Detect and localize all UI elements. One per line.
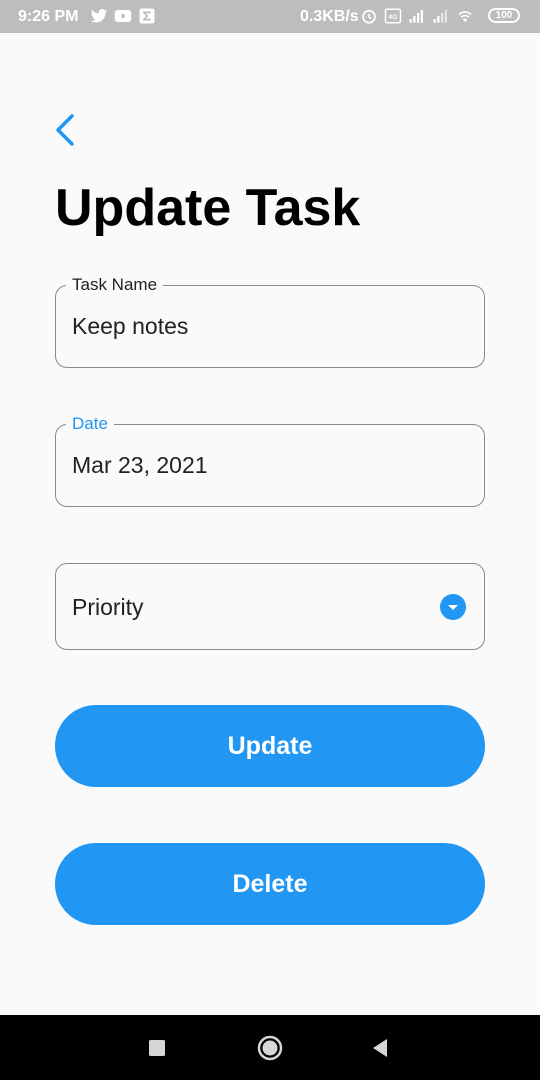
- volte-icon: 4G: [384, 8, 402, 24]
- signal-icon: [409, 10, 423, 23]
- date-value: Mar 23, 2021: [72, 452, 208, 478]
- date-field[interactable]: Date Mar 23, 2021: [55, 414, 485, 507]
- alarm-icon: [362, 9, 376, 24]
- task-name-value: Keep notes: [72, 313, 189, 339]
- notification-icons: [90, 7, 156, 25]
- svg-text:4G: 4G: [388, 14, 397, 21]
- back-icon[interactable]: [365, 1032, 397, 1064]
- system-icons: 4G: [360, 7, 474, 25]
- battery-indicator: 100: [488, 8, 520, 23]
- update-button[interactable]: Update: [55, 705, 485, 787]
- update-task-screen: 9:26 PM 0.3KB/s 4G 100 Update Task Task …: [0, 0, 540, 1080]
- back-button[interactable]: [50, 110, 86, 150]
- dropdown-arrow-icon: [440, 594, 466, 620]
- chevron-left-icon: [56, 114, 74, 146]
- network-speed: 0.3KB/s: [300, 8, 359, 25]
- status-bar: 9:26 PM 0.3KB/s 4G 100: [0, 0, 540, 33]
- twitter-icon: [90, 9, 108, 23]
- navigation-bar: [0, 1015, 540, 1080]
- delete-button[interactable]: Delete: [55, 843, 485, 925]
- home-icon[interactable]: [254, 1032, 286, 1064]
- recent-apps-icon[interactable]: [141, 1032, 173, 1064]
- priority-value: Priority: [72, 594, 144, 620]
- status-time: 9:26 PM: [18, 8, 79, 25]
- priority-dropdown[interactable]: Priority: [55, 563, 485, 650]
- task-name-field[interactable]: Task Name Keep notes: [55, 275, 485, 368]
- wifi-icon: [458, 11, 472, 22]
- youtube-icon: [114, 10, 132, 22]
- date-label: Date: [66, 414, 114, 434]
- sigma-app-icon: [139, 8, 155, 24]
- signal-icon: [433, 10, 447, 23]
- task-name-label: Task Name: [66, 275, 164, 295]
- page-title: Update Task: [55, 179, 361, 237]
